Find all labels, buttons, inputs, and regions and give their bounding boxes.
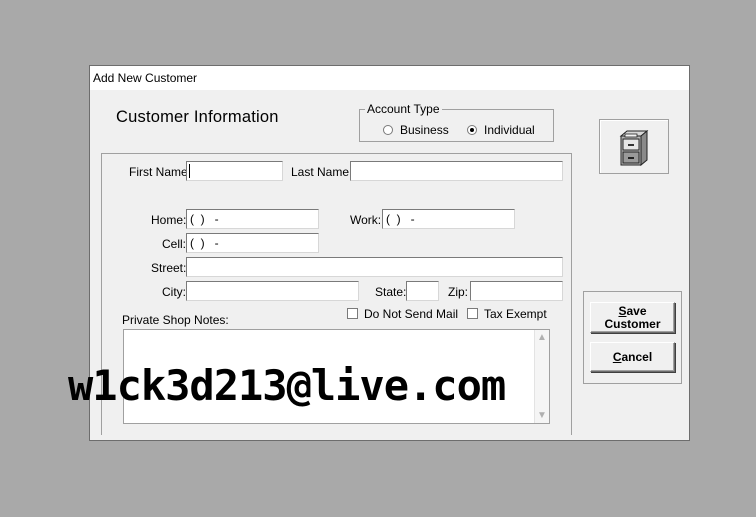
radio-individual[interactable]: Individual (467, 123, 547, 137)
customer-lookup-button[interactable] (599, 119, 669, 174)
do-not-send-mail-checkbox[interactable]: Do Not Send Mail (347, 307, 459, 321)
cell-phone-field[interactable]: ( ) - (186, 233, 319, 253)
city-field[interactable] (186, 281, 359, 301)
first-name-label: First Name: (129, 165, 192, 179)
first-name-field[interactable] (186, 161, 283, 181)
form-heading: Customer Information (116, 108, 279, 126)
save-label-rest: ave (626, 303, 647, 318)
radio-business[interactable]: Business (383, 123, 453, 137)
state-label: State: (375, 285, 407, 299)
zip-label: Zip: (448, 285, 469, 299)
work-phone-field[interactable]: ( ) - (382, 209, 515, 229)
text-cursor (189, 164, 190, 178)
cell-phone-label: Cell: (162, 237, 187, 251)
last-name-field[interactable] (350, 161, 563, 181)
radio-individual-label: Individual (484, 123, 535, 137)
cancel-button[interactable]: Cancel (590, 342, 675, 372)
tax-exempt-label: Tax Exempt (484, 307, 547, 321)
scroll-down-icon[interactable]: ▼ (535, 410, 549, 421)
window-title: Add New Customer (90, 66, 689, 90)
last-name-label: Last Name: (291, 165, 353, 179)
cancel-label-rest: ancel (621, 349, 653, 364)
state-field[interactable] (406, 281, 439, 301)
zip-field[interactable] (470, 281, 563, 301)
home-phone-label: Home: (151, 213, 187, 227)
do-not-send-mail-box[interactable] (347, 308, 358, 319)
tax-exempt-checkbox[interactable]: Tax Exempt (467, 307, 547, 321)
file-cabinet-icon (619, 130, 649, 166)
do-not-send-mail-label: Do Not Send Mail (364, 307, 459, 321)
save-customer-button[interactable]: Save Customer (590, 302, 675, 333)
save-button-line2: Customer (604, 316, 661, 331)
street-field[interactable] (186, 257, 563, 277)
city-label: City: (162, 285, 186, 299)
street-label: Street: (151, 261, 187, 275)
radio-business-indicator[interactable] (383, 125, 393, 135)
tax-exempt-box[interactable] (467, 308, 478, 319)
notes-scrollbar[interactable]: ▲ ▼ (534, 330, 549, 423)
save-button-line1: Save (618, 303, 647, 318)
email-watermark: w1ck3d213@live.com (68, 361, 506, 410)
radio-business-label: Business (400, 123, 449, 137)
radio-individual-indicator[interactable] (467, 125, 477, 135)
work-phone-label: Work: (350, 213, 382, 227)
private-notes-label: Private Shop Notes: (122, 313, 229, 327)
scroll-up-icon[interactable]: ▲ (535, 332, 549, 343)
account-type-legend: Account Type (365, 102, 442, 116)
home-phone-field[interactable]: ( ) - (186, 209, 319, 229)
